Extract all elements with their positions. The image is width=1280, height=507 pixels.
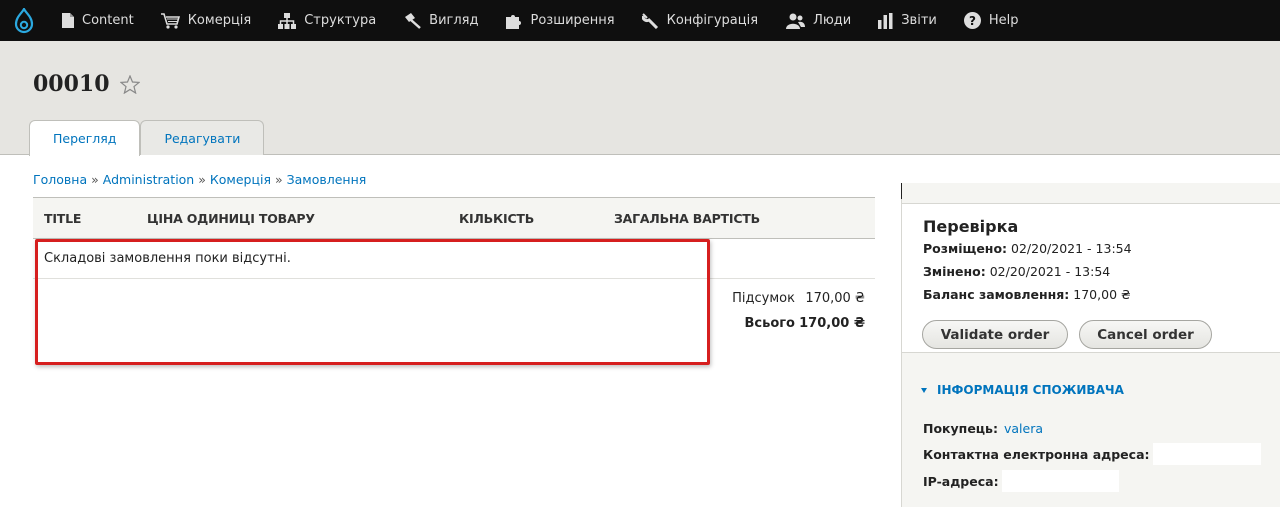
page-title: 00010 xyxy=(33,71,140,97)
toolbar-item-reports[interactable]: Звіти xyxy=(864,0,950,41)
breadcrumb-home[interactable]: Головна xyxy=(33,172,87,187)
toolbar-label: Вигляд xyxy=(429,13,479,28)
email-field: Контактна електронна адреса: xyxy=(923,443,1261,465)
subtotal-value: 170,00 ₴ xyxy=(805,291,865,306)
toolbar-label: Help xyxy=(988,13,1019,28)
sitemap-icon xyxy=(278,12,297,29)
chart-icon xyxy=(878,12,893,29)
cart-icon xyxy=(160,12,180,29)
puzzle-icon xyxy=(505,14,521,29)
toolbar-item-commerce[interactable]: Комерція xyxy=(147,0,265,41)
wrench-icon xyxy=(641,12,658,29)
ip-value-redacted xyxy=(1001,470,1119,492)
column-header-title[interactable]: TITLE xyxy=(44,211,81,226)
toolbar-label: Content xyxy=(82,13,134,28)
paint-icon xyxy=(405,12,422,29)
table-header: TITLE ЦІНА ОДИНИЦІ ТОВАРУ КІЛЬКІСТЬ ЗАГА… xyxy=(33,197,875,239)
help-icon: ? xyxy=(963,12,981,29)
toolbar-label: Структура xyxy=(304,13,377,28)
toolbar-item-people[interactable]: Люди xyxy=(771,0,864,41)
toolbar-label: Звіти xyxy=(901,13,937,28)
total-value: 170,00 ₴ xyxy=(799,316,865,331)
breadcrumb-orders[interactable]: Замовлення xyxy=(287,172,367,187)
subtotal-row: Підсумок 170,00 ₴ xyxy=(725,291,865,306)
changed-date: Змінено: 02/20/2021 - 13:54 xyxy=(923,264,1111,279)
highlight-box xyxy=(35,239,710,365)
primary-tabs: Перегляд Редагувати xyxy=(29,120,265,156)
column-header-total-price[interactable]: ЗАГАЛЬНА ВАРТІСТЬ xyxy=(614,211,760,226)
customer-info-heading: ІНФОРМАЦІЯ СПОЖИВАЧА xyxy=(937,383,1124,397)
sidebar-title: Перевірка xyxy=(923,217,1019,236)
customer-field: Покупець: valera xyxy=(923,421,1043,436)
order-balance: Баланс замовлення: 170,00 ₴ xyxy=(923,287,1131,302)
toolbar-item-help[interactable]: ? Help xyxy=(950,0,1032,41)
triangle-down-icon xyxy=(921,387,927,393)
changed-value: 02/20/2021 - 13:54 xyxy=(989,264,1111,279)
breadcrumb-separator: » xyxy=(198,172,206,187)
breadcrumb: Головна» Administration» Комерція» Замовлен… xyxy=(33,172,366,187)
placed-date: Розміщено: 02/20/2021 - 13:54 xyxy=(923,241,1132,256)
breadcrumb-separator: » xyxy=(91,172,99,187)
toolbar-label: Люди xyxy=(813,13,852,28)
order-number: 00010 xyxy=(33,71,110,97)
toolbar-item-appearance[interactable]: Вигляд xyxy=(389,0,491,41)
drupal-logo-icon[interactable] xyxy=(0,0,48,41)
placed-label: Розміщено xyxy=(923,241,1003,256)
people-icon xyxy=(786,13,806,29)
column-header-unit-price[interactable]: ЦІНА ОДИНИЦІ ТОВАРУ xyxy=(147,211,315,226)
star-icon[interactable] xyxy=(119,74,140,94)
toolbar-item-content[interactable]: Content xyxy=(48,0,147,41)
breadcrumb-commerce[interactable]: Комерція xyxy=(210,172,271,187)
total-label: Всього xyxy=(744,316,796,331)
customer-link[interactable]: valera xyxy=(1004,421,1043,436)
toolbar-item-extend[interactable]: Розширення xyxy=(492,0,628,41)
file-icon xyxy=(62,13,74,28)
toolbar-item-structure[interactable]: Структура xyxy=(264,0,389,41)
order-sidebar: Перевірка Розміщено: 02/20/2021 - 13:54 … xyxy=(901,183,1280,507)
tab-edit[interactable]: Редагувати xyxy=(140,120,265,155)
column-header-quantity[interactable]: КІЛЬКІСТЬ xyxy=(459,211,534,226)
email-label: Контактна електронна адреса xyxy=(923,446,1145,462)
toolbar-item-configuration[interactable]: Конфігурація xyxy=(628,0,771,41)
total-row: Всього 170,00 ₴ xyxy=(725,316,866,331)
ip-label: IP-адреса xyxy=(923,473,994,489)
subtotal-label: Підсумок xyxy=(732,291,795,306)
balance-value: 170,00 ₴ xyxy=(1073,287,1131,302)
placed-value: 02/20/2021 - 13:54 xyxy=(1011,241,1132,256)
svg-text:?: ? xyxy=(969,14,976,28)
breadcrumb-separator: » xyxy=(274,172,283,187)
toolbar-label: Розширення xyxy=(530,13,615,28)
toolbar-label: Конфігурація xyxy=(666,13,759,28)
breadcrumb-administration[interactable]: Administration xyxy=(103,172,194,187)
admin-toolbar: Content Комерція Структура Вигляд Розшир… xyxy=(0,0,1280,41)
balance-label: Баланс замовлення xyxy=(923,287,1065,302)
changed-label: Змінено xyxy=(923,264,981,279)
cancel-order-button[interactable]: Cancel order xyxy=(1079,320,1212,349)
toolbar-label: Комерція xyxy=(187,13,252,28)
page-header: 00010 Перегляд Редагувати xyxy=(0,41,1280,156)
tab-view[interactable]: Перегляд xyxy=(29,120,141,156)
customer-label: Покупець xyxy=(923,421,993,436)
divider xyxy=(901,183,902,199)
ip-field: IP-адреса: xyxy=(923,470,1119,492)
email-value-redacted xyxy=(1152,443,1261,465)
customer-info-toggle[interactable]: ІНФОРМАЦІЯ СПОЖИВАЧА xyxy=(921,383,1124,397)
validate-order-button[interactable]: Validate order xyxy=(922,320,1068,349)
